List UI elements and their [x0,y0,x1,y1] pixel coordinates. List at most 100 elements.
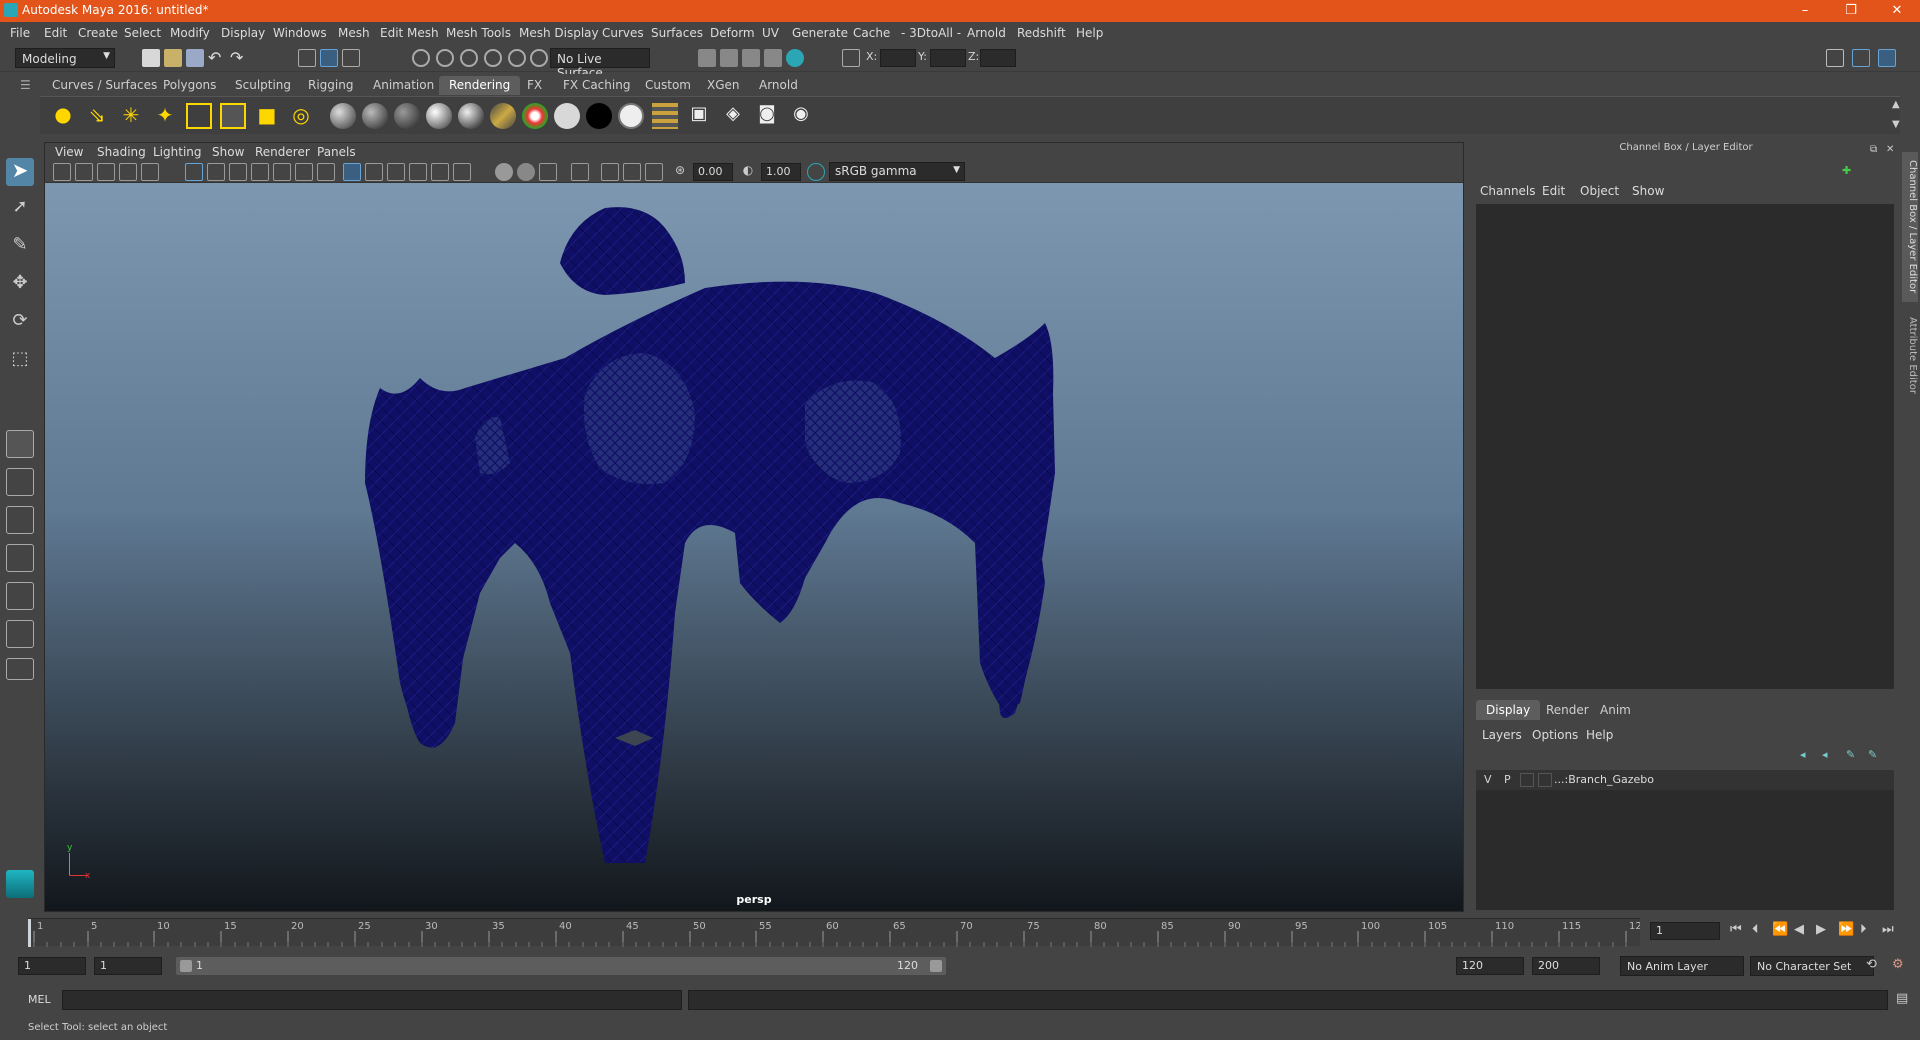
open-scene-icon[interactable] [164,49,182,67]
vp-menu-show[interactable]: Show [212,145,244,159]
menu-modify[interactable]: Modify [170,26,210,40]
exposure-field[interactable]: 0.00 [693,163,733,181]
menu-windows[interactable]: Windows [273,26,327,40]
shelf-scroll-down-icon[interactable]: ▼ [1892,119,1900,130]
close-panel-icon[interactable]: ✕ [1886,144,1894,155]
shelf-tab-sculpting[interactable]: Sculpting [225,76,301,95]
persp-graph-layout-icon[interactable] [6,544,34,572]
animation-end-field[interactable]: 200 [1532,957,1600,975]
shelf-tab-fx[interactable]: FX [517,76,552,95]
xray-joints-icon[interactable] [601,163,619,181]
shelf-menu-icon[interactable]: ☰ [20,78,31,92]
menu-mesh-display[interactable]: Mesh Display [519,26,599,40]
le-menu-layers[interactable]: Layers [1482,728,1522,742]
use-background-icon[interactable] [586,103,612,129]
command-language-label[interactable]: MEL [28,993,51,1006]
image-plane-icon[interactable] [97,163,115,181]
menu-edit-mesh[interactable]: Edit Mesh [380,26,439,40]
exposure-icon[interactable]: ⊛ [671,163,689,181]
directional-light-icon[interactable]: ⇘ [84,103,110,129]
shelf-tab-curves-surfaces[interactable]: Curves / Surfaces [42,76,167,95]
gamma-field[interactable]: 1.00 [761,163,801,181]
ipr-render-icon[interactable] [720,49,738,67]
menu-generate[interactable]: Generate [792,26,848,40]
range-slider[interactable]: 1 120 [176,957,946,975]
snap-curve-icon[interactable] [436,49,454,67]
playback-start-field[interactable]: 1 [94,957,162,975]
render-current-frame-icon[interactable]: ▣ [686,103,712,129]
shelf-tab-custom[interactable]: Custom [635,76,701,95]
current-time-indicator[interactable] [28,919,31,947]
select-tool-icon[interactable]: ➤ [6,158,34,186]
menu-mesh[interactable]: Mesh [338,26,370,40]
backface-icon[interactable] [645,163,663,181]
next-key-icon[interactable]: ⏩ [1838,922,1854,937]
layer-row[interactable]: V P ...:Branch_Gazebo [1476,770,1894,790]
step-forward-icon[interactable]: ⏵ [1860,922,1867,937]
rotate-tool-icon[interactable]: ⟳ [6,310,34,338]
step-back-icon[interactable]: ⏴ [1752,922,1759,937]
menu-deform[interactable]: Deform [710,26,755,40]
camera-icon[interactable]: ■ [254,103,280,129]
preferences-icon[interactable]: ⚙ [1892,957,1904,972]
layer-color-swatch[interactable] [1538,773,1552,787]
color-management-icon[interactable] [807,163,825,181]
menu-curves[interactable]: Curves [602,26,644,40]
prev-key-icon[interactable]: ⏪ [1772,922,1788,937]
shelf-tab-arnold[interactable]: Arnold [749,76,808,95]
hypershade-icon[interactable] [764,49,782,67]
area-light-icon[interactable] [186,103,212,129]
layer-visibility-toggle[interactable]: V [1484,773,1492,786]
field-chart-icon[interactable] [273,163,291,181]
bookmark-icon[interactable] [75,163,93,181]
workspace-icon[interactable] [1826,49,1844,67]
safe-action-icon[interactable] [295,163,313,181]
redo-icon[interactable]: ↷ [230,49,248,67]
point-light-icon[interactable]: ✳ [118,103,144,129]
two-d-pan-icon[interactable] [119,163,137,181]
surface-shader-icon[interactable] [554,103,580,129]
phonge-material-icon[interactable] [426,103,452,129]
render-view-shelf-icon[interactable] [652,103,678,129]
ramp-shader-icon[interactable] [522,103,548,129]
camera-attributes-icon[interactable] [53,163,71,181]
anim-layer-dropdown[interactable]: No Anim Layer [1620,956,1744,976]
resolution-gate-icon[interactable] [229,163,247,181]
film-gate-icon[interactable] [207,163,225,181]
cb-menu-edit[interactable]: Edit [1542,184,1565,198]
menu-arnold[interactable]: Arnold [967,26,1006,40]
animation-start-field[interactable]: 1 [18,957,86,975]
maximize-button[interactable]: ❐ [1828,0,1874,22]
cb-menu-show[interactable]: Show [1632,184,1664,198]
play-forward-icon[interactable]: ▶ [1816,922,1826,937]
use-all-lights-icon[interactable] [453,163,471,181]
mode-dropdown[interactable]: Modeling ▼ [15,48,115,68]
spot-light-icon[interactable]: ✦ [152,103,178,129]
select-component-icon[interactable] [342,49,360,67]
ipr-shelf-icon[interactable]: ◈ [720,103,746,129]
playback-end-field[interactable]: 120 [1456,957,1524,975]
shelf-tab-rendering[interactable]: Rendering [439,76,521,95]
side-tab-attribute-editor[interactable]: Attribute Editor [1902,310,1918,400]
shadows-icon[interactable] [495,163,513,181]
character-set-dropdown[interactable]: No Character Set [1750,956,1874,976]
ambient-light-icon[interactable] [50,103,76,129]
go-to-end-icon[interactable]: ⏭ [1882,922,1894,937]
safe-title-icon[interactable] [317,163,335,181]
volume-light-icon[interactable] [220,103,246,129]
shading-map-icon[interactable] [618,103,644,129]
shelf-tab-animation[interactable]: Animation [363,76,444,95]
move-layer-down-icon[interactable]: ◂ [1822,748,1840,766]
script-editor-icon[interactable]: ▤ [1896,991,1908,1006]
y-field[interactable] [930,49,966,67]
wireframe-icon[interactable] [343,163,361,181]
lambert-material-icon[interactable] [362,103,388,129]
single-perspective-layout-icon[interactable] [6,430,34,458]
channel-box-toggle-icon[interactable] [1852,49,1870,67]
attribute-editor-toggle-icon[interactable] [1878,49,1896,67]
channel-box-body[interactable] [1476,204,1894,689]
menu-select[interactable]: Select [124,26,161,40]
outliner-persp-layout-icon[interactable] [6,582,34,610]
shelf-tab-fx-caching[interactable]: FX Caching [553,76,640,95]
gamma-icon[interactable]: ◐ [739,163,757,181]
